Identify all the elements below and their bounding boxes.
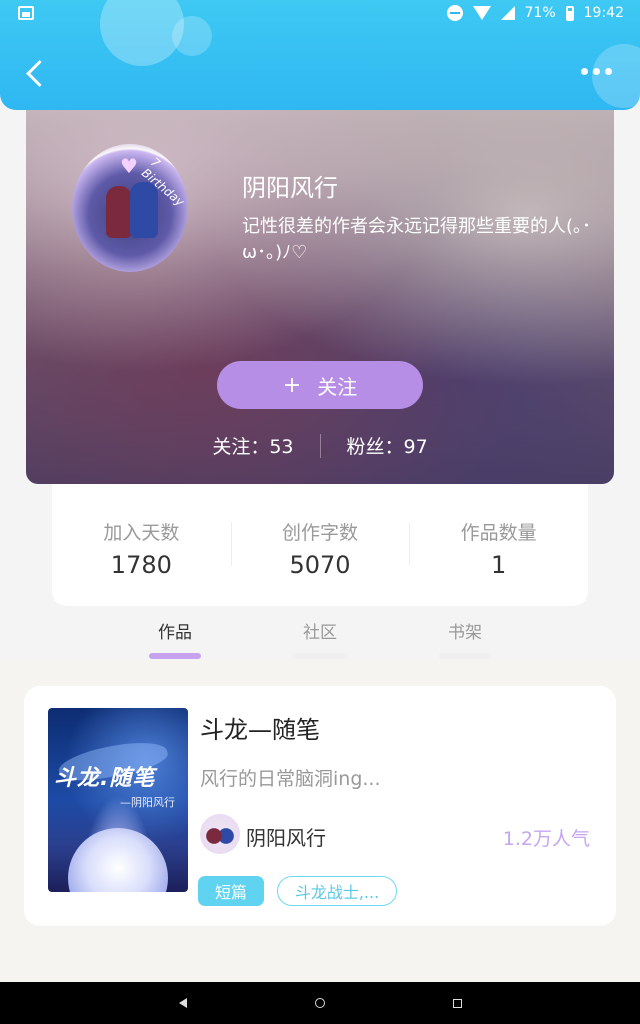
book-title: 斗龙—随笔 <box>200 716 320 744</box>
dot-icon <box>593 68 600 75</box>
dot-icon <box>581 68 588 75</box>
book-author: 阴阳风行 <box>246 826 326 850</box>
book-popularity: 1.2万人气 <box>502 828 590 850</box>
tab-indicator <box>149 653 201 659</box>
stat-label: 创作字数 <box>282 522 359 544</box>
tab-bookshelf[interactable]: 书架 <box>393 608 538 660</box>
stat-label: 作品数量 <box>460 522 537 544</box>
stat-word-count: 创作字数 5070 <box>230 484 410 606</box>
tab-community[interactable]: 社区 <box>248 608 393 660</box>
tab-label: 作品 <box>158 623 192 643</box>
clock: 19:42 <box>583 5 624 21</box>
heart-icon: ♥ <box>120 154 138 178</box>
profile-card: ♥ 7 Birthday 阴阳风行 记性很差的作者会永远记得那些重要的人(｡･ω… <box>26 96 614 484</box>
back-button[interactable] <box>22 56 50 92</box>
divider <box>319 433 321 458</box>
image-notification-icon <box>18 6 34 20</box>
system-nav-bar <box>0 982 640 1024</box>
signal-icon <box>500 6 515 20</box>
tag-length: 短篇 <box>198 876 264 906</box>
author-bio: 记性很差的作者会永远记得那些重要的人(｡･ω･｡)ﾉ♡ <box>242 216 592 263</box>
tab-label: 社区 <box>303 623 337 643</box>
nav-home-icon[interactable] <box>314 998 325 1008</box>
book-author-avatar <box>200 814 240 854</box>
book-card[interactable]: 斗龙.随笔 —阴阳风行 斗龙—随笔 风行的日常脑洞ing... 阴阳风行 1.2… <box>24 686 616 926</box>
author-name: 阴阳风行 <box>242 174 338 202</box>
stat-join-days: 加入天数 1780 <box>52 484 231 606</box>
following-count[interactable]: 关注：53 <box>212 432 293 459</box>
profile-tabs: 作品 社区 书架 <box>0 608 640 660</box>
stat-value: 1780 <box>110 551 172 579</box>
tab-indicator <box>294 653 346 659</box>
follow-button-label: 关注 <box>317 374 358 399</box>
follow-button[interactable]: + 关注 <box>217 361 423 409</box>
author-avatar[interactable]: ♥ 7 Birthday <box>72 144 188 272</box>
tag-genre[interactable]: 斗龙战士,... <box>277 876 397 906</box>
battery-icon <box>565 5 574 21</box>
tab-label: 书架 <box>448 623 482 643</box>
cover-author: —阴阳风行 <box>120 796 175 809</box>
book-description: 风行的日常脑洞ing... <box>200 768 381 790</box>
moon-shape <box>68 828 168 892</box>
status-bar: 71% 19:42 <box>0 0 640 28</box>
stats-card: 加入天数 1780 创作字数 5070 作品数量 1 <box>52 484 588 606</box>
nav-back-icon[interactable] <box>178 998 187 1008</box>
book-cover: 斗龙.随笔 —阴阳风行 <box>48 708 188 892</box>
tab-works[interactable]: 作品 <box>103 608 248 660</box>
do-not-disturb-icon <box>446 5 463 21</box>
nav-recents-icon[interactable] <box>452 998 462 1008</box>
plus-icon: + <box>282 372 302 398</box>
stat-value: 5070 <box>289 551 351 579</box>
stat-works-count: 作品数量 1 <box>409 484 588 606</box>
tab-indicator <box>439 653 491 659</box>
dot-icon <box>605 68 612 75</box>
avatar-figure <box>106 186 132 238</box>
follow-counts: 关注：53 粉丝：97 <box>26 432 614 459</box>
app-header: 71% 19:42 <box>0 0 640 110</box>
battery-percent: 71% <box>524 5 556 21</box>
fans-count[interactable]: 粉丝：97 <box>347 432 428 459</box>
status-icons: 71% 19:42 <box>446 5 624 21</box>
cover-title: 斗龙.随笔 <box>54 766 156 791</box>
stat-label: 加入天数 <box>103 522 180 544</box>
more-options-button[interactable] <box>581 68 612 75</box>
wifi-icon <box>472 6 491 20</box>
decorative-bubble <box>592 44 640 108</box>
stat-value: 1 <box>491 551 507 579</box>
avatar-figure <box>130 182 158 238</box>
